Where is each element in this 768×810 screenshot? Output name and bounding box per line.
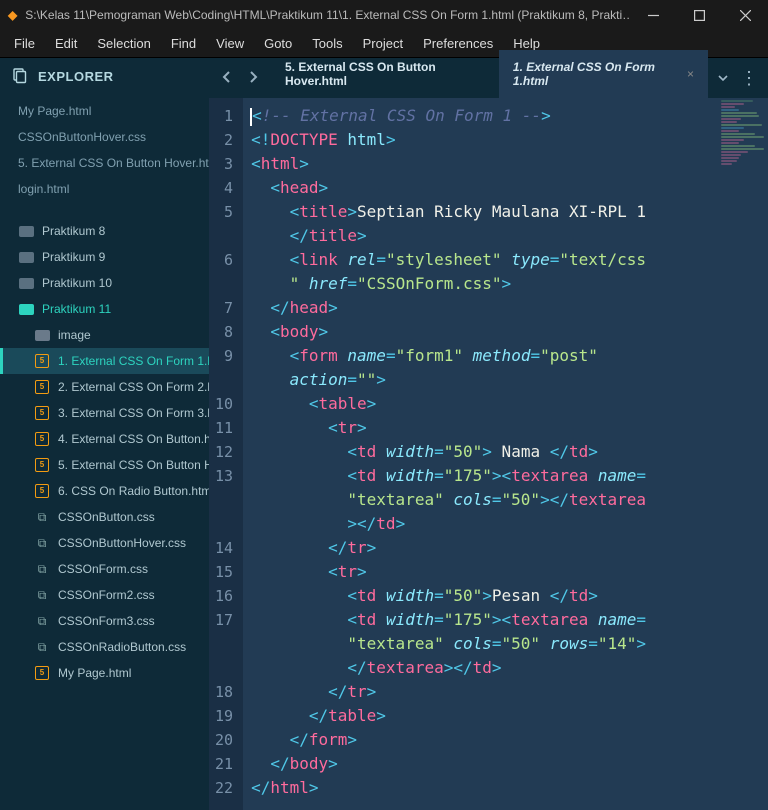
- editor-topbar: 5. External CSS On Button Hover.html 1. …: [209, 58, 768, 98]
- minimize-button[interactable]: [630, 0, 676, 30]
- css-icon: ⧉: [34, 587, 50, 603]
- app-icon: ◆: [8, 8, 17, 22]
- minimap[interactable]: [721, 100, 766, 220]
- folder-icon: [34, 327, 50, 343]
- html-icon: 5: [34, 457, 50, 473]
- explorer-title: EXPLORER: [38, 69, 114, 84]
- tree-item[interactable]: 54. External CSS On Button.ht: [0, 426, 209, 452]
- html-icon: 5: [34, 665, 50, 681]
- files-icon: [12, 68, 28, 84]
- tree-item[interactable]: 53. External CSS On Form 3.ht: [0, 400, 209, 426]
- folder-icon: [18, 275, 34, 291]
- tree-item[interactable]: ⧉CSSOnForm.css: [0, 556, 209, 582]
- open-file[interactable]: login.html: [0, 176, 209, 202]
- folder-item[interactable]: Praktikum 10: [0, 270, 209, 296]
- menu-view[interactable]: View: [206, 32, 254, 55]
- close-tab-icon[interactable]: ×: [687, 67, 694, 81]
- html-icon: 5: [34, 431, 50, 447]
- titlebar: ◆ S:\Kelas 11\Pemograman Web\Coding\HTML…: [0, 0, 768, 30]
- open-files-list: My Page.htmlCSSOnButtonHover.css5. Exter…: [0, 94, 209, 214]
- tree-item[interactable]: ⧉CSSOnButtonHover.css: [0, 530, 209, 556]
- tree-item[interactable]: ⧉CSSOnButton.css: [0, 504, 209, 530]
- explorer-sidebar: EXPLORER My Page.htmlCSSOnButtonHover.cs…: [0, 58, 209, 810]
- menu-edit[interactable]: Edit: [45, 32, 87, 55]
- css-icon: ⧉: [34, 535, 50, 551]
- menu-selection[interactable]: Selection: [87, 32, 160, 55]
- html-icon: 5: [34, 379, 50, 395]
- nav-forward-icon[interactable]: [247, 71, 259, 86]
- css-icon: ⧉: [34, 613, 50, 629]
- tab-inactive[interactable]: 5. External CSS On Button Hover.html: [271, 50, 499, 98]
- code-editor[interactable]: 12345 6 789 10111213 14151617 1819202122…: [209, 98, 768, 810]
- folder-icon: [18, 223, 34, 239]
- css-icon: ⧉: [34, 561, 50, 577]
- open-file[interactable]: 5. External CSS On Button Hover.html: [0, 150, 209, 176]
- code-content[interactable]: <!-- External CSS On Form 1 --> <!DOCTYP…: [243, 98, 654, 810]
- folder-tree: Praktikum 8Praktikum 9Praktikum 10Prakti…: [0, 214, 209, 686]
- tree-item[interactable]: 56. CSS On Radio Button.html: [0, 478, 209, 504]
- explorer-header[interactable]: EXPLORER: [0, 58, 209, 94]
- tree-item[interactable]: ⧉CSSOnForm3.css: [0, 608, 209, 634]
- tree-item[interactable]: 51. External CSS On Form 1.ht: [0, 348, 209, 374]
- tab-dropdown-icon[interactable]: [718, 71, 728, 86]
- open-file[interactable]: My Page.html: [0, 98, 209, 124]
- folder-icon: [18, 301, 34, 317]
- html-icon: 5: [34, 483, 50, 499]
- css-icon: ⧉: [34, 639, 50, 655]
- tree-item[interactable]: ⧉CSSOnRadioButton.css: [0, 634, 209, 660]
- tree-item[interactable]: 52. External CSS On Form 2.ht: [0, 374, 209, 400]
- menu-find[interactable]: Find: [161, 32, 206, 55]
- more-icon[interactable]: ⋮: [740, 73, 758, 83]
- folder-item[interactable]: Praktikum 11: [0, 296, 209, 322]
- nav-back-icon[interactable]: [221, 71, 233, 86]
- close-button[interactable]: [722, 0, 768, 30]
- html-icon: 5: [34, 353, 50, 369]
- editor-area: 5. External CSS On Button Hover.html 1. …: [209, 58, 768, 810]
- line-gutter: 12345 6 789 10111213 14151617 1819202122: [209, 98, 243, 810]
- folder-item[interactable]: Praktikum 9: [0, 244, 209, 270]
- menu-file[interactable]: File: [4, 32, 45, 55]
- tree-item[interactable]: ⧉CSSOnForm2.css: [0, 582, 209, 608]
- open-file[interactable]: CSSOnButtonHover.css: [0, 124, 209, 150]
- css-icon: ⧉: [34, 509, 50, 525]
- folder-icon: [18, 249, 34, 265]
- tree-item[interactable]: 5My Page.html: [0, 660, 209, 686]
- tree-item[interactable]: image: [0, 322, 209, 348]
- folder-item[interactable]: Praktikum 8: [0, 218, 209, 244]
- tab-active[interactable]: 1. External CSS On Form 1.html×: [499, 50, 708, 98]
- html-icon: 5: [34, 405, 50, 421]
- tree-item[interactable]: 55. External CSS On Button Ho: [0, 452, 209, 478]
- maximize-button[interactable]: [676, 0, 722, 30]
- window-title: S:\Kelas 11\Pemograman Web\Coding\HTML\P…: [25, 8, 630, 22]
